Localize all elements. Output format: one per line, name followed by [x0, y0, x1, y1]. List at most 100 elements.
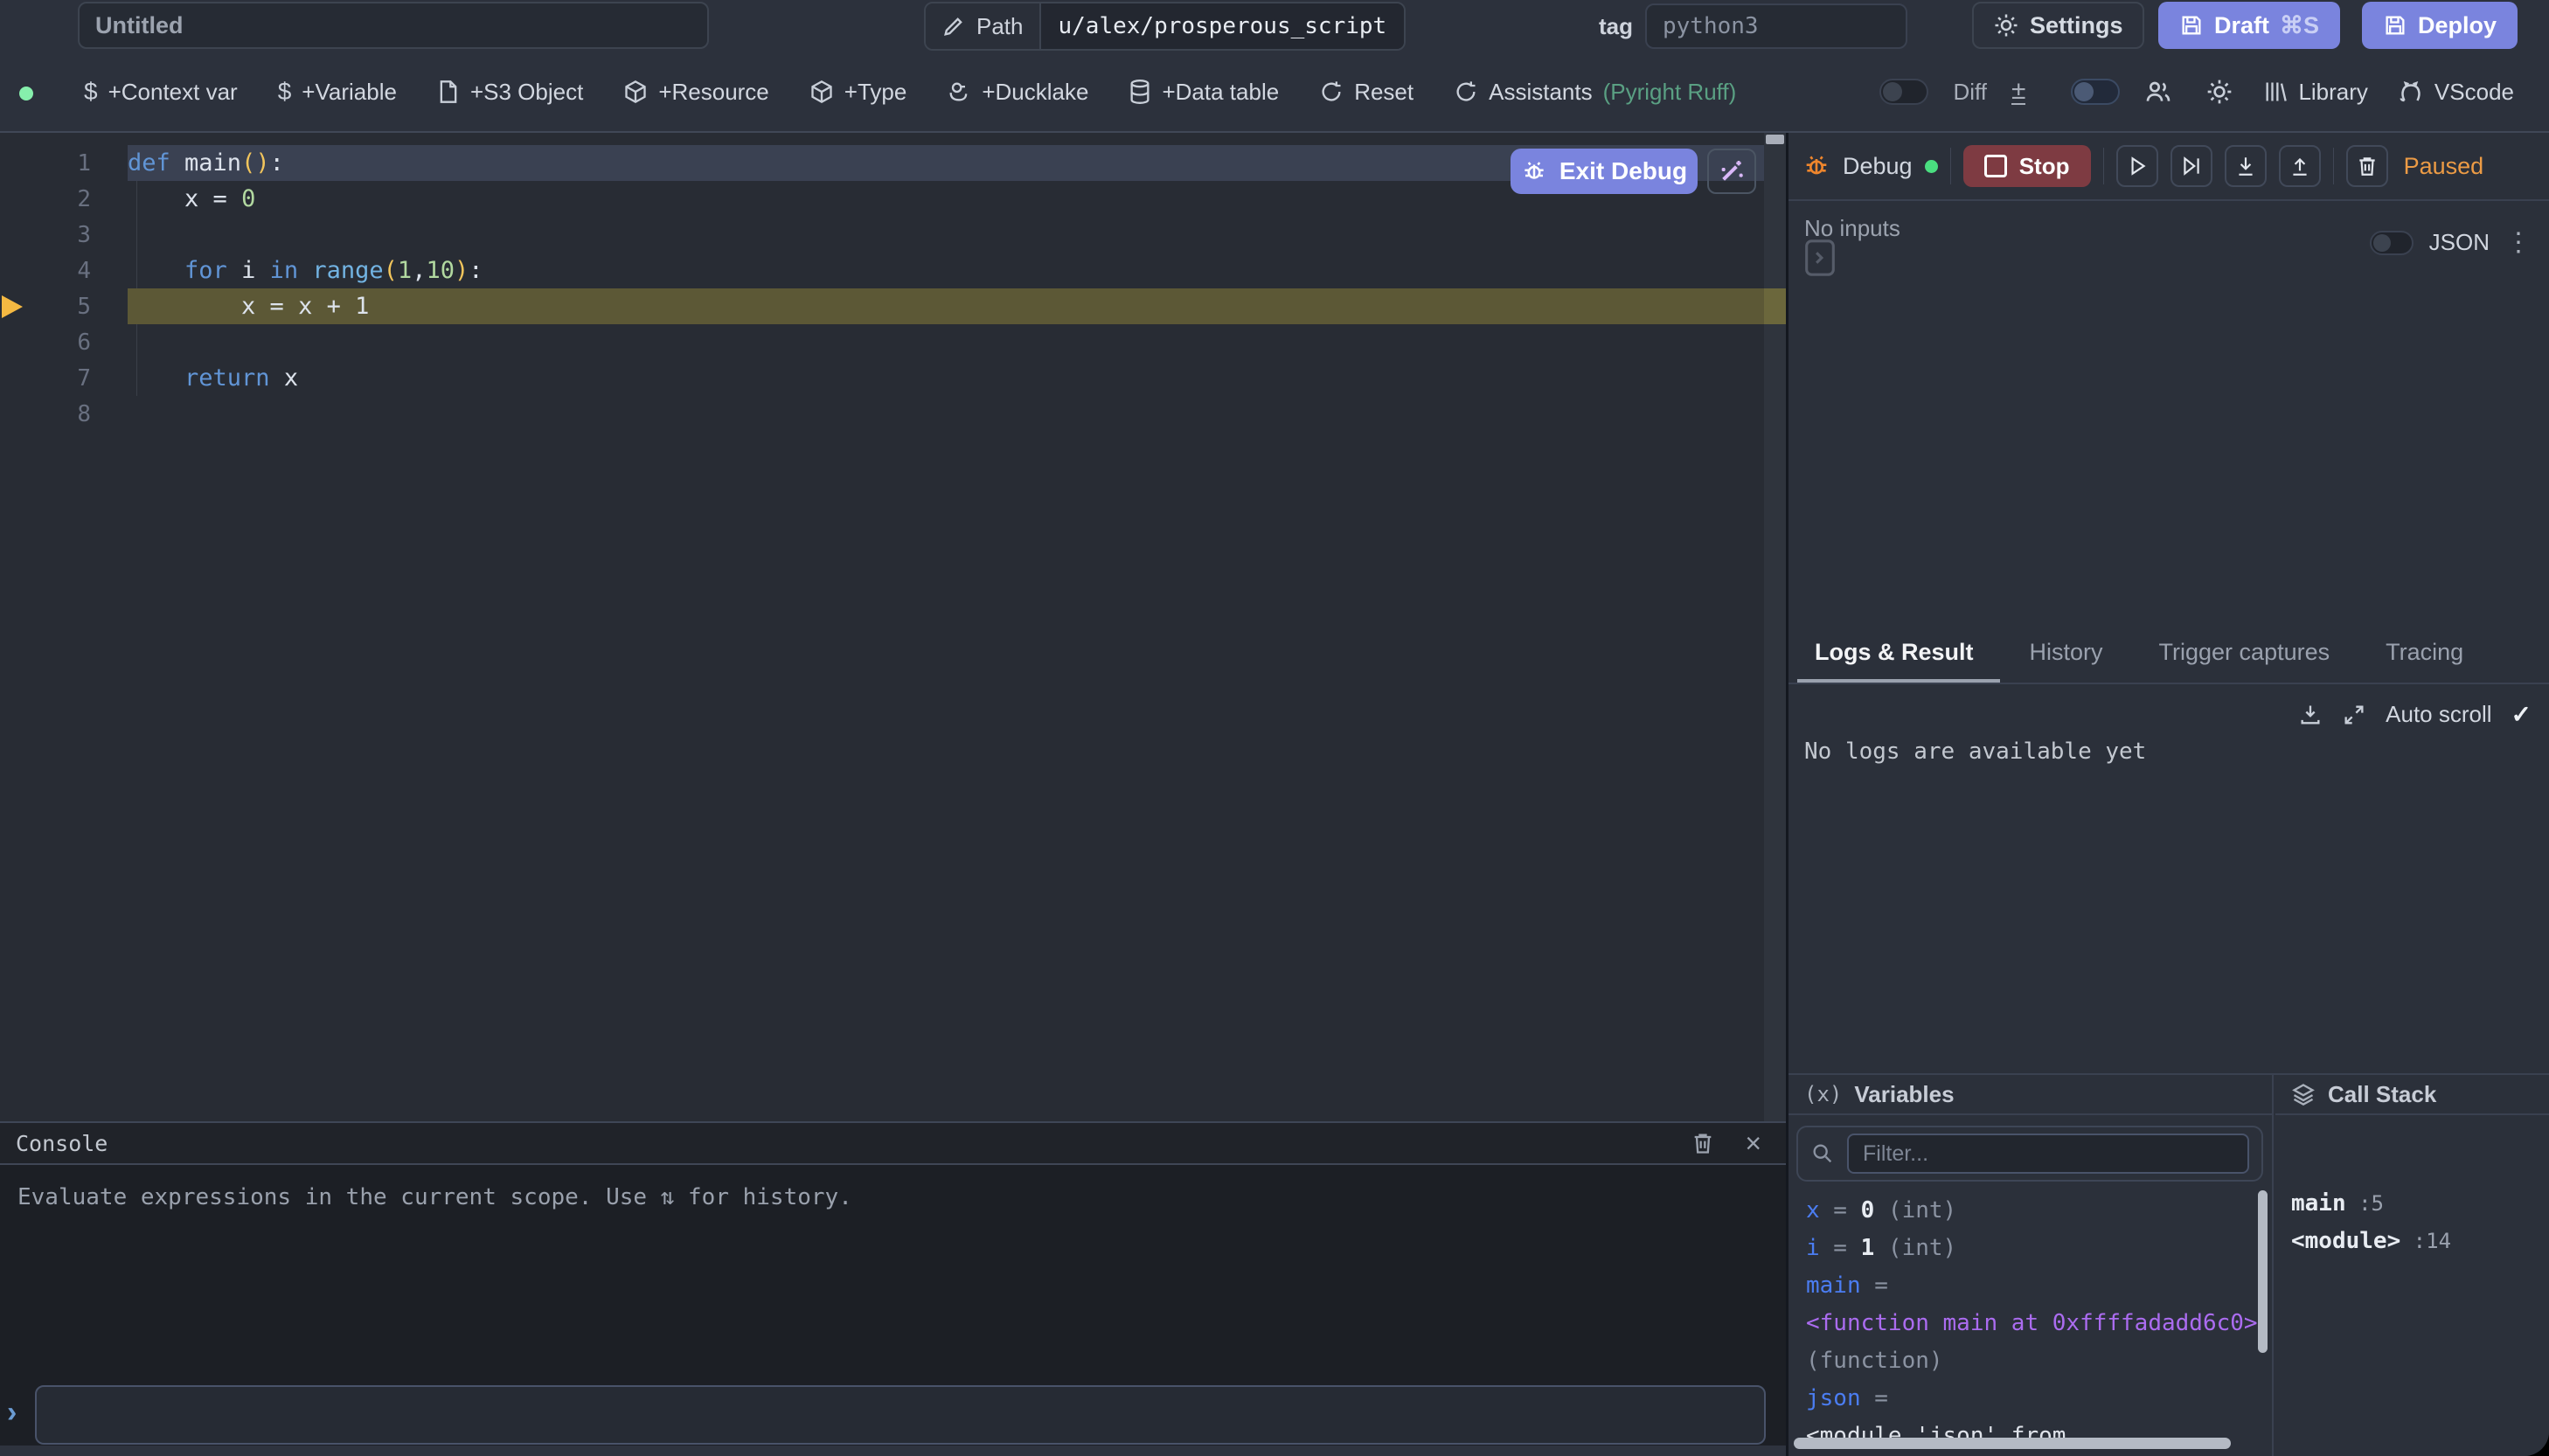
code-line[interactable]: 3 [0, 217, 1764, 253]
code-line[interactable]: 2 x = 0 [0, 181, 1764, 217]
diff-toggle[interactable] [1879, 79, 1928, 105]
code-token: , [412, 257, 426, 284]
variable-line[interactable]: main = [1806, 1267, 2246, 1305]
path-value[interactable]: u/alex/prosperous_script [1039, 3, 1405, 49]
console-input[interactable] [35, 1385, 1766, 1445]
exit-debug-label: Exit Debug [1559, 157, 1687, 185]
toolbar-items: $ +Context var $ +Variable +S3 Object +R… [84, 52, 1736, 131]
assistants-button[interactable]: Assistants (Pyright Ruff) [1454, 79, 1736, 106]
kebab-menu-icon[interactable]: ⋮ [2505, 227, 2532, 258]
add-context-var-button[interactable]: $ +Context var [84, 78, 238, 106]
variables-hscrollbar[interactable] [1794, 1438, 2231, 1449]
library-button[interactable]: Library [2263, 79, 2367, 106]
code-line[interactable]: 7 return x [0, 360, 1764, 396]
path-label: Path [976, 13, 1024, 40]
tag-input[interactable]: python3 [1645, 3, 1907, 49]
autoscroll-label: Auto scroll [2386, 701, 2491, 728]
variable-line[interactable]: (function) [1806, 1342, 2246, 1380]
settings-button[interactable]: Settings [1972, 2, 2144, 49]
script-title-input[interactable] [78, 2, 709, 49]
database-icon [1129, 80, 1151, 104]
download-logs-icon[interactable] [2298, 703, 2323, 727]
ai-wand-button[interactable] [1707, 149, 1756, 194]
add-ducklake-button[interactable]: +Ducklake [947, 79, 1088, 106]
code-token: : [270, 149, 284, 177]
library-icon [2263, 80, 2288, 104]
deploy-label: Deploy [2418, 12, 2497, 39]
editor-scrollbar[interactable] [1764, 133, 1786, 1121]
variable-token: (int) [1874, 1235, 1956, 1261]
refresh-icon [1454, 80, 1478, 104]
variable-token: <function main at 0xffffadadd6c0> [1806, 1310, 2258, 1336]
code-line[interactable]: 6 [0, 324, 1764, 360]
tab-logs-result[interactable]: Logs & Result [1815, 622, 1974, 683]
plusminus-icon[interactable]: ± [2011, 79, 2025, 105]
code-line[interactable]: 8 [0, 396, 1764, 432]
autoscroll-checkbox[interactable]: ✓ [2511, 700, 2532, 729]
variables-list: x = 0 (int)i = 1 (int)main =<function ma… [1806, 1192, 2246, 1455]
code-token: return [184, 364, 270, 392]
code-line[interactable]: 5 x = x + 1 [0, 288, 1764, 324]
variables-filter-input[interactable] [1847, 1134, 2249, 1174]
deploy-button[interactable]: Deploy [2362, 2, 2518, 49]
variables-vscrollbar[interactable] [2258, 1190, 2268, 1353]
tab-tracing[interactable]: Tracing [2386, 622, 2463, 683]
path-edit[interactable]: Path [926, 3, 1039, 49]
add-resource-button[interactable]: +Resource [623, 79, 768, 106]
variable-line[interactable]: i = 1 (int) [1806, 1230, 2246, 1267]
debug-status: Paused [2404, 153, 2484, 180]
code-line[interactable]: 1def main(): [0, 145, 1764, 181]
scrollbar-thumb[interactable] [1766, 135, 1784, 144]
cube-icon [623, 80, 648, 104]
stack-frame[interactable]: main :5 [2291, 1185, 2451, 1223]
variable-line[interactable]: json = [1806, 1380, 2246, 1418]
code-token: def [128, 149, 170, 177]
json-toggle[interactable] [2370, 231, 2414, 255]
stack-frame[interactable]: <module> :14 [2291, 1223, 2451, 1260]
expand-logs-icon[interactable] [2342, 703, 2366, 727]
step-over-button[interactable] [2170, 145, 2212, 187]
exit-debug-button[interactable]: Exit Debug [1511, 149, 1698, 194]
vscode-button[interactable]: VScode [2398, 79, 2514, 106]
tab-history[interactable]: History [2030, 622, 2103, 683]
callstack-title: Call Stack [2328, 1081, 2436, 1108]
multiplayer-toggle[interactable] [2071, 79, 2120, 105]
path-group[interactable]: Path u/alex/prosperous_script [924, 2, 1406, 51]
collapse-panel-icon[interactable] [1802, 238, 1837, 278]
tab-trigger-captures[interactable]: Trigger captures [2159, 622, 2330, 683]
bug-icon [1521, 158, 1547, 184]
step-into-button[interactable] [2225, 145, 2267, 187]
variable-line[interactable]: <function main at 0xffffadadd6c0> [1806, 1305, 2246, 1342]
stop-button[interactable]: Stop [1963, 145, 2091, 187]
bug-icon [1802, 152, 1830, 180]
debug-toolbar: Debug Stop Paused [1788, 133, 2549, 201]
json-label: JSON [2429, 229, 2490, 256]
clear-debug-trash-button[interactable] [2346, 145, 2388, 187]
right-panel: Debug Stop Paused [1788, 133, 2549, 1456]
add-type-button[interactable]: +Type [809, 79, 907, 106]
reset-button[interactable]: Reset [1319, 79, 1413, 106]
refresh-icon [1319, 80, 1344, 104]
step-out-button[interactable] [2279, 145, 2321, 187]
draft-button[interactable]: Draft ⌘S [2158, 2, 2340, 49]
variable-line[interactable]: x = 0 (int) [1806, 1192, 2246, 1230]
users-icon[interactable] [2144, 78, 2172, 106]
code-editor[interactable]: 1def main():2 x = 034 for i in range(1,1… [0, 133, 1786, 1121]
continue-button[interactable] [2116, 145, 2158, 187]
console-panel: Console × Evaluate expressions in the cu… [0, 1121, 1786, 1456]
close-console-icon[interactable]: × [1745, 1127, 1761, 1160]
add-variable-button[interactable]: $ +Variable [278, 78, 397, 106]
code-token: : [469, 257, 483, 284]
clear-console-trash-icon[interactable] [1691, 1131, 1715, 1155]
console-bottom-strip [0, 1446, 1786, 1456]
console-header: Console × [0, 1123, 1786, 1165]
draft-label: Draft [2214, 12, 2269, 39]
variables-panel: (x) Variables x = 0 (int)i = 1 (int)main… [1788, 1075, 2274, 1456]
code-line[interactable]: 4 for i in range(1,10): [0, 253, 1764, 288]
add-data-table-button[interactable]: +Data table [1129, 79, 1279, 106]
debug-current-line-arrow-icon [2, 295, 23, 318]
editor-settings-gear-icon[interactable] [2205, 78, 2233, 106]
layers-icon [2291, 1082, 2316, 1106]
add-s3-object-button[interactable]: +S3 Object [437, 79, 583, 106]
variable-line[interactable]: <module 'json' from [1806, 1418, 2246, 1455]
